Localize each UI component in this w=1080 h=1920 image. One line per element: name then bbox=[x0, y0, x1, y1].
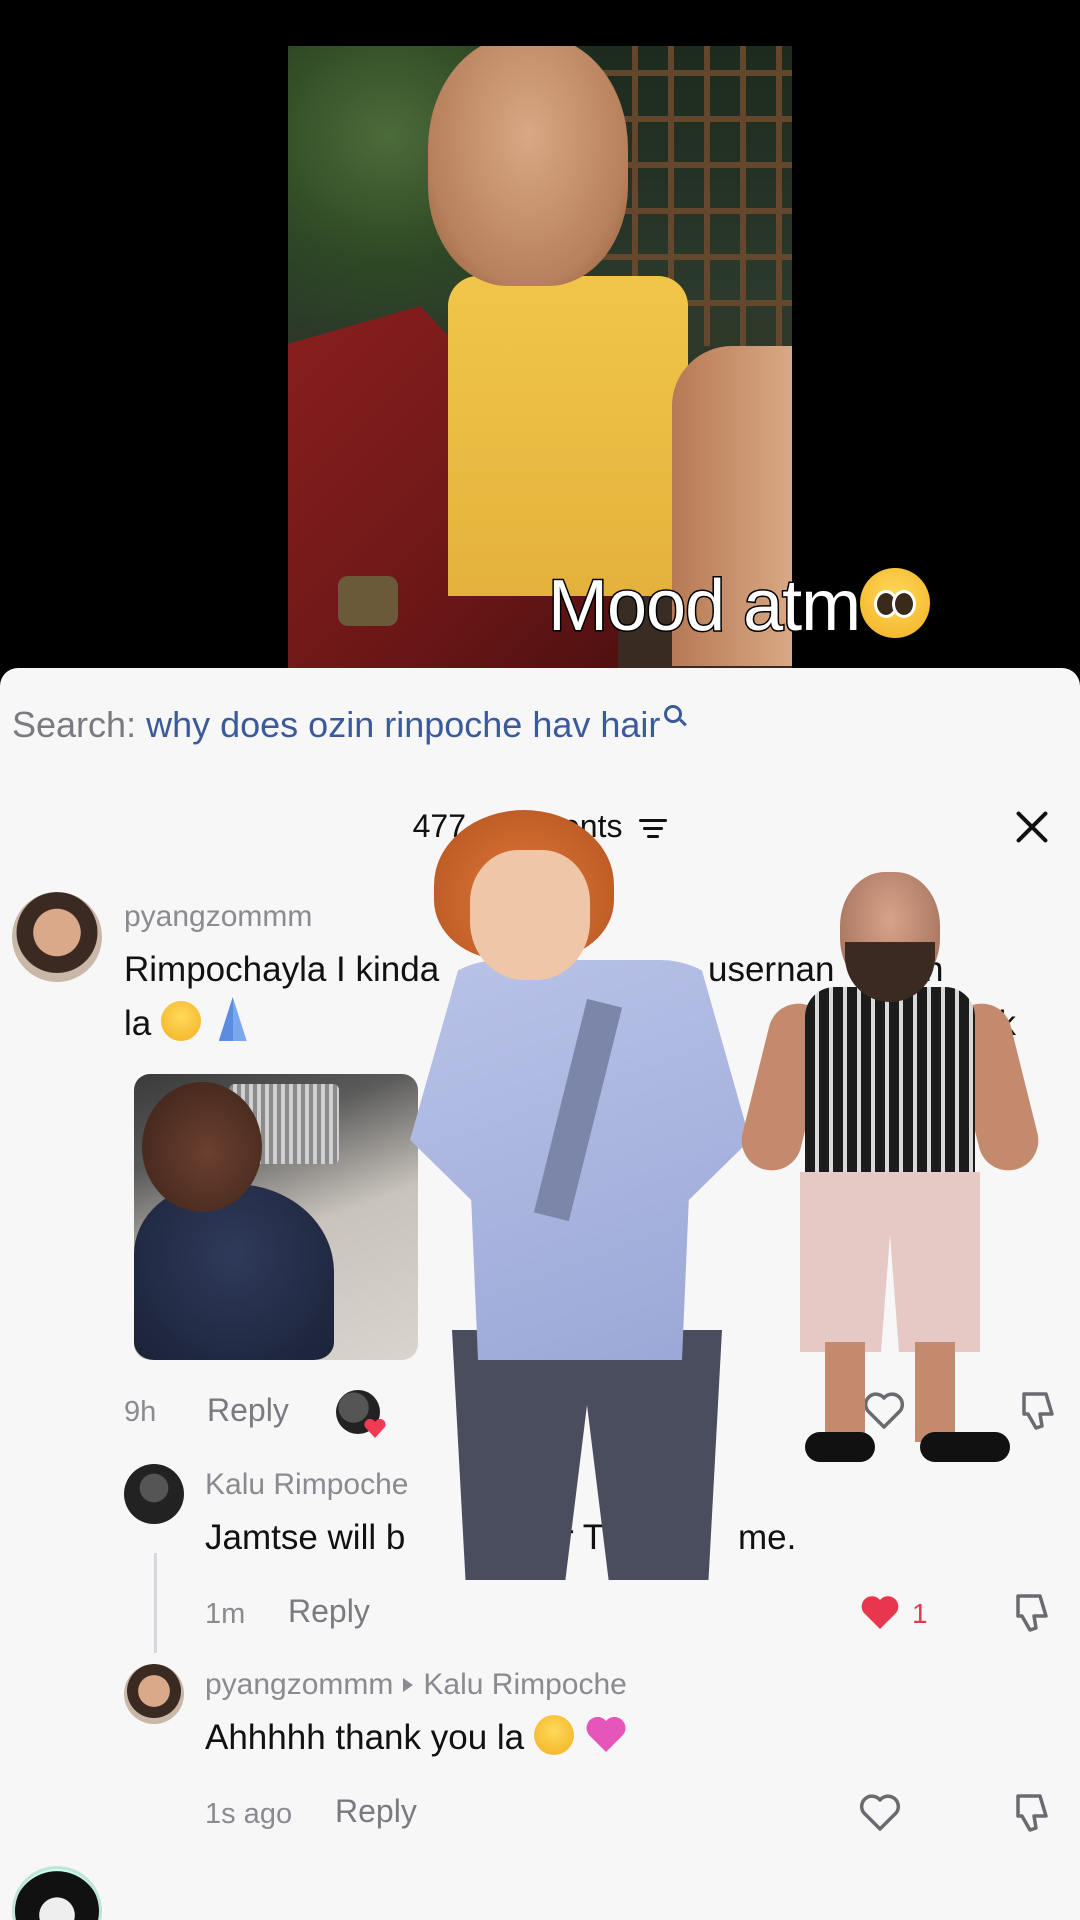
melting-face-emoji-icon bbox=[533, 1715, 574, 1755]
reply-to-username[interactable]: Kalu Rimpoche bbox=[423, 1668, 626, 1701]
comment-text-part: Rimpochayla I kinda bbox=[124, 950, 440, 989]
comment-username[interactable]: pyangzommm Kalu Rimpoche bbox=[205, 1668, 627, 1702]
dancer-vest bbox=[805, 987, 975, 1187]
like-icon[interactable] bbox=[858, 1792, 902, 1832]
search-label: Search: bbox=[12, 704, 137, 745]
monk-head bbox=[428, 46, 628, 286]
comment-time: 1m bbox=[205, 1598, 246, 1630]
pink-heart-emoji-icon bbox=[586, 1716, 626, 1752]
comment-text: Ahhhhh thank you la bbox=[205, 1711, 1025, 1765]
comment-time: 9h bbox=[124, 1396, 157, 1428]
dislike-icon[interactable] bbox=[1010, 1790, 1054, 1834]
reply-arrow-icon bbox=[403, 1678, 414, 1692]
dancer-leg-left bbox=[825, 1342, 865, 1442]
dancer-shorts bbox=[800, 1172, 980, 1352]
thread-line bbox=[154, 1553, 157, 1653]
avatar[interactable] bbox=[124, 1464, 184, 1524]
comment-username[interactable]: Kalu Rimpoche tor bbox=[205, 1468, 570, 1502]
like-count: 1 bbox=[912, 1598, 928, 1629]
search-query[interactable]: why does ozin rinpoche hav hair bbox=[146, 704, 660, 745]
avatar[interactable] bbox=[12, 892, 102, 982]
dancer-shoe-right bbox=[920, 1432, 1010, 1462]
dancer-pants bbox=[452, 1330, 722, 1580]
comment-time: 1s ago bbox=[205, 1798, 293, 1830]
folded-hands-emoji-icon bbox=[211, 997, 255, 1041]
avatar[interactable] bbox=[12, 1866, 102, 1920]
comment-text-line2: la bbox=[124, 1004, 152, 1043]
pleading-face-emoji-icon bbox=[160, 1001, 201, 1041]
comment-username[interactable]: pyangzommm bbox=[124, 900, 312, 934]
pleading-face-emoji-icon bbox=[860, 568, 931, 638]
avatar[interactable] bbox=[124, 1664, 184, 1724]
dancer-face bbox=[470, 850, 590, 980]
reply-button[interactable]: Reply bbox=[335, 1793, 417, 1830]
video-player[interactable]: Mood atm bbox=[0, 0, 1080, 668]
search-icon bbox=[664, 705, 683, 723]
wrist-watch bbox=[338, 576, 398, 626]
gif-baby-head bbox=[142, 1082, 262, 1212]
liked-heart-icon[interactable] bbox=[858, 1592, 902, 1632]
search-suggestion[interactable]: Search: why does ozin rinpoche hav hair bbox=[12, 704, 683, 746]
close-icon[interactable] bbox=[1012, 806, 1052, 846]
dancing-bearded-man-sticker bbox=[735, 872, 1045, 1472]
reply-button[interactable]: Reply bbox=[207, 1392, 289, 1429]
comment-text-part: Jamtse will b bbox=[205, 1518, 406, 1557]
caption-text: Mood atm bbox=[546, 565, 862, 648]
comment-text-part: Ahhhhh thank you la bbox=[205, 1718, 525, 1757]
dancer-shoe-left bbox=[805, 1432, 875, 1462]
reply-button[interactable]: Reply bbox=[288, 1593, 370, 1630]
comment-gif[interactable] bbox=[134, 1074, 418, 1360]
video-caption: Mood atm bbox=[546, 565, 931, 648]
username-text: pyangzommm bbox=[205, 1668, 394, 1701]
dancer-leg-right bbox=[915, 1342, 955, 1442]
dislike-icon[interactable] bbox=[1010, 1590, 1054, 1634]
gif-baby-body bbox=[134, 1184, 334, 1360]
username-text: Kalu Rimpoche bbox=[205, 1468, 409, 1501]
yellow-vest bbox=[448, 276, 688, 596]
creator-liked-icon bbox=[336, 1390, 380, 1434]
dancing-man-sticker bbox=[410, 810, 750, 1580]
